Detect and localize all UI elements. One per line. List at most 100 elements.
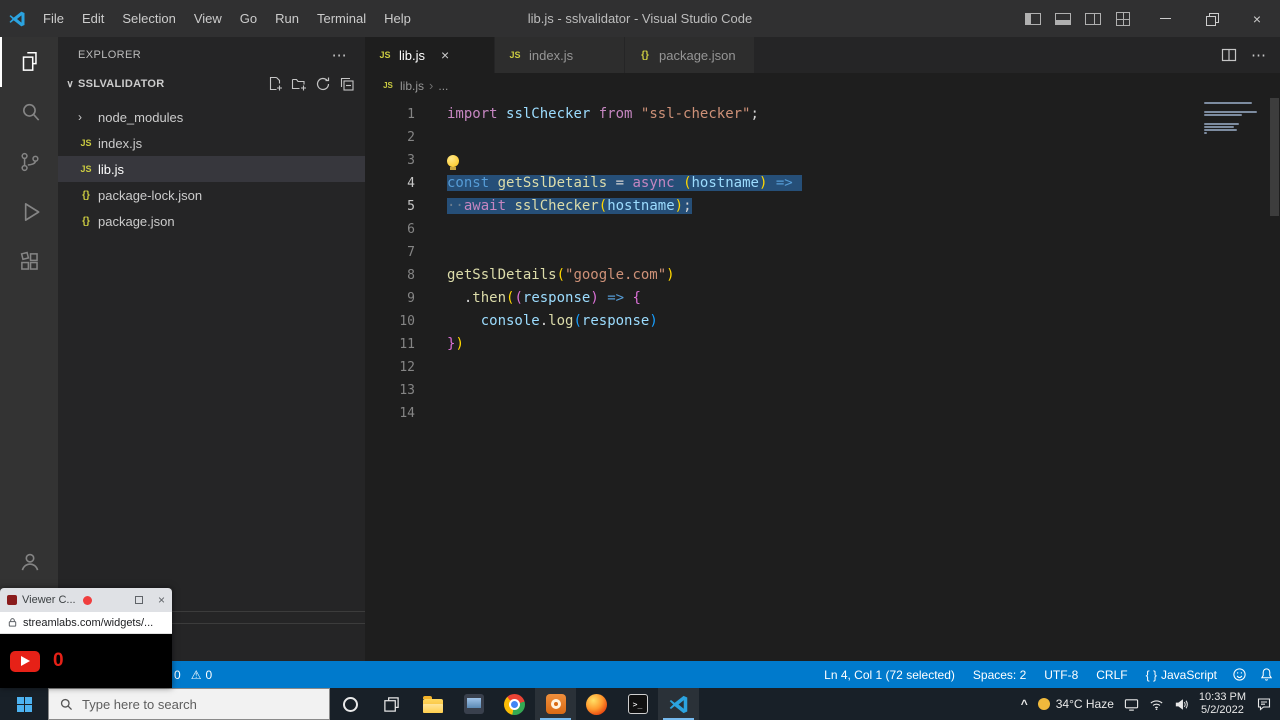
toggle-secondary-sidebar-icon[interactable] — [1085, 13, 1101, 25]
menu-edit[interactable]: Edit — [73, 0, 113, 37]
file-item-index.js[interactable]: JSindex.js — [58, 130, 365, 156]
tray-expand-icon[interactable]: ^ — [1021, 697, 1028, 711]
code-line-4[interactable]: 4const getSslDetails = async (hostname) … — [365, 172, 1280, 195]
json-file-icon: {} — [78, 190, 94, 201]
file-item-package-lock.json[interactable]: {}package-lock.json — [58, 182, 365, 208]
file-name: package.json — [98, 214, 175, 229]
tray-volume-icon[interactable] — [1174, 697, 1189, 712]
code-line-10[interactable]: 10 console.log(response) — [365, 310, 1280, 333]
tray-network-icon[interactable] — [1149, 697, 1164, 712]
overlay-url-bar[interactable]: streamlabs.com/widgets/... — [0, 612, 172, 634]
file-item-package.json[interactable]: {}package.json — [58, 208, 365, 234]
taskbar-search[interactable]: Type here to search — [48, 688, 330, 720]
menu-run[interactable]: Run — [266, 0, 308, 37]
chrome-icon[interactable] — [494, 688, 535, 720]
menu-help[interactable]: Help — [375, 0, 420, 37]
code-line-12[interactable]: 12 — [365, 356, 1280, 379]
code-editor[interactable]: 1import sslChecker from "ssl-checker";23… — [365, 98, 1280, 661]
lightbulb-icon[interactable] — [447, 155, 459, 167]
viewer-count-widget: 0 — [0, 634, 172, 688]
overlay-close-icon[interactable]: × — [158, 594, 165, 606]
action-center-icon[interactable] — [1256, 696, 1272, 712]
weather-text: 34°C Haze — [1056, 697, 1114, 711]
firefox-icon[interactable] — [576, 688, 617, 720]
file-item-lib.js[interactable]: JSlib.js — [58, 156, 365, 182]
file-explorer-icon[interactable] — [412, 688, 453, 720]
menu-file[interactable]: File — [34, 0, 73, 37]
code-line-14[interactable]: 14 — [365, 402, 1280, 425]
system-tray: ^ 34°C Haze 10:33 PM 5/2/2022 — [1021, 691, 1280, 717]
code-lines: 1import sslChecker from "ssl-checker";23… — [365, 103, 1280, 425]
restore-button[interactable] — [1188, 0, 1234, 37]
code-line-11[interactable]: 11}) — [365, 333, 1280, 356]
code-line-3[interactable]: 3 — [365, 149, 1280, 172]
close-tab-icon[interactable]: × — [441, 47, 449, 63]
tab-package.json[interactable]: {}package.json — [625, 37, 755, 73]
encoding-setting[interactable]: UTF-8 — [1035, 661, 1087, 688]
explorer-more-icon[interactable]: ⋯ — [332, 46, 347, 64]
code-line-1[interactable]: 1import sslChecker from "ssl-checker"; — [365, 103, 1280, 126]
account-icon[interactable] — [0, 537, 58, 587]
customize-layout-icon[interactable] — [1116, 12, 1130, 26]
source-control-icon[interactable] — [0, 137, 58, 187]
minimap[interactable] — [1204, 102, 1266, 144]
code-line-6[interactable]: 6 — [365, 218, 1280, 241]
run-debug-icon[interactable] — [0, 187, 58, 237]
chevron-down-icon: ∨ — [62, 79, 78, 90]
language-mode[interactable]: { } JavaScript — [1137, 661, 1226, 688]
menu-terminal[interactable]: Terminal — [308, 0, 375, 37]
refresh-icon[interactable] — [315, 76, 331, 92]
eol-setting[interactable]: CRLF — [1087, 661, 1136, 688]
app-icon-monitor[interactable] — [453, 688, 494, 720]
code-line-13[interactable]: 13 — [365, 379, 1280, 402]
new-folder-icon[interactable] — [291, 76, 307, 92]
terminal-icon[interactable] — [617, 688, 658, 720]
file-item-node_modules[interactable]: ›node_modules — [58, 104, 365, 130]
code-line-8[interactable]: 8getSslDetails("google.com") — [365, 264, 1280, 287]
editor-scrollbar[interactable] — [1270, 98, 1279, 216]
breadcrumb-file[interactable]: lib.js — [400, 79, 424, 93]
windows-taskbar: Type here to search ^ 34°C Haze 10:33 PM — [0, 688, 1280, 720]
code-line-2[interactable]: 2 — [365, 126, 1280, 149]
extensions-icon[interactable] — [0, 237, 58, 287]
cortana-icon[interactable] — [330, 688, 371, 720]
tab-index.js[interactable]: JSindex.js — [495, 37, 625, 73]
toggle-panel-icon[interactable] — [1055, 13, 1071, 25]
notifications-bell-icon[interactable] — [1253, 661, 1280, 688]
menu-selection[interactable]: Selection — [113, 0, 184, 37]
tray-display-icon[interactable] — [1124, 697, 1139, 712]
minimize-button[interactable] — [1142, 0, 1188, 37]
streamlabs-icon[interactable] — [535, 688, 576, 720]
close-button[interactable]: × — [1234, 0, 1280, 37]
task-view-icon[interactable] — [371, 688, 412, 720]
toggle-sidebar-icon[interactable] — [1025, 13, 1041, 25]
search-icon[interactable] — [0, 87, 58, 137]
indentation-setting[interactable]: Spaces: 2 — [964, 661, 1035, 688]
explorer-icon[interactable] — [0, 37, 58, 87]
split-editor-icon[interactable] — [1221, 47, 1237, 63]
taskbar-clock[interactable]: 10:33 PM 5/2/2022 — [1199, 691, 1246, 717]
project-section-header[interactable]: ∨ SSLVALIDATOR — [58, 72, 365, 96]
desktop-screen: FileEditSelectionViewGoRunTerminalHelp l… — [0, 0, 1280, 720]
cursor-position[interactable]: Ln 4, Col 1 (72 selected) — [815, 661, 964, 688]
editor-more-icon[interactable]: ⋯ — [1251, 46, 1266, 64]
code-line-9[interactable]: 9 .then((response) => { — [365, 287, 1280, 310]
menu-go[interactable]: Go — [231, 0, 266, 37]
chevron-right-icon: › — [78, 110, 94, 124]
collapse-all-icon[interactable] — [339, 76, 355, 92]
vscode-logo-icon[interactable] — [0, 10, 34, 28]
new-file-icon[interactable] — [267, 76, 283, 92]
vscode-taskbar-icon[interactable] — [658, 688, 699, 720]
tab-lib.js[interactable]: JSlib.js× — [365, 37, 495, 73]
menu-view[interactable]: View — [185, 0, 231, 37]
breadcrumb-more[interactable]: ... — [438, 79, 448, 93]
breadcrumb[interactable]: JS lib.js › ... — [365, 73, 1280, 98]
overlay-maximize-icon[interactable] — [135, 596, 143, 604]
code-line-7[interactable]: 7 — [365, 241, 1280, 264]
line-content: import sslChecker from "ssl-checker"; — [447, 103, 759, 126]
weather-widget[interactable]: 34°C Haze — [1038, 697, 1114, 711]
code-line-5[interactable]: 5··await sslChecker(hostname); — [365, 195, 1280, 218]
feedback-icon[interactable] — [1226, 661, 1253, 688]
start-button[interactable] — [0, 688, 48, 720]
overlay-title-bar[interactable]: Viewer C... × — [0, 588, 172, 612]
